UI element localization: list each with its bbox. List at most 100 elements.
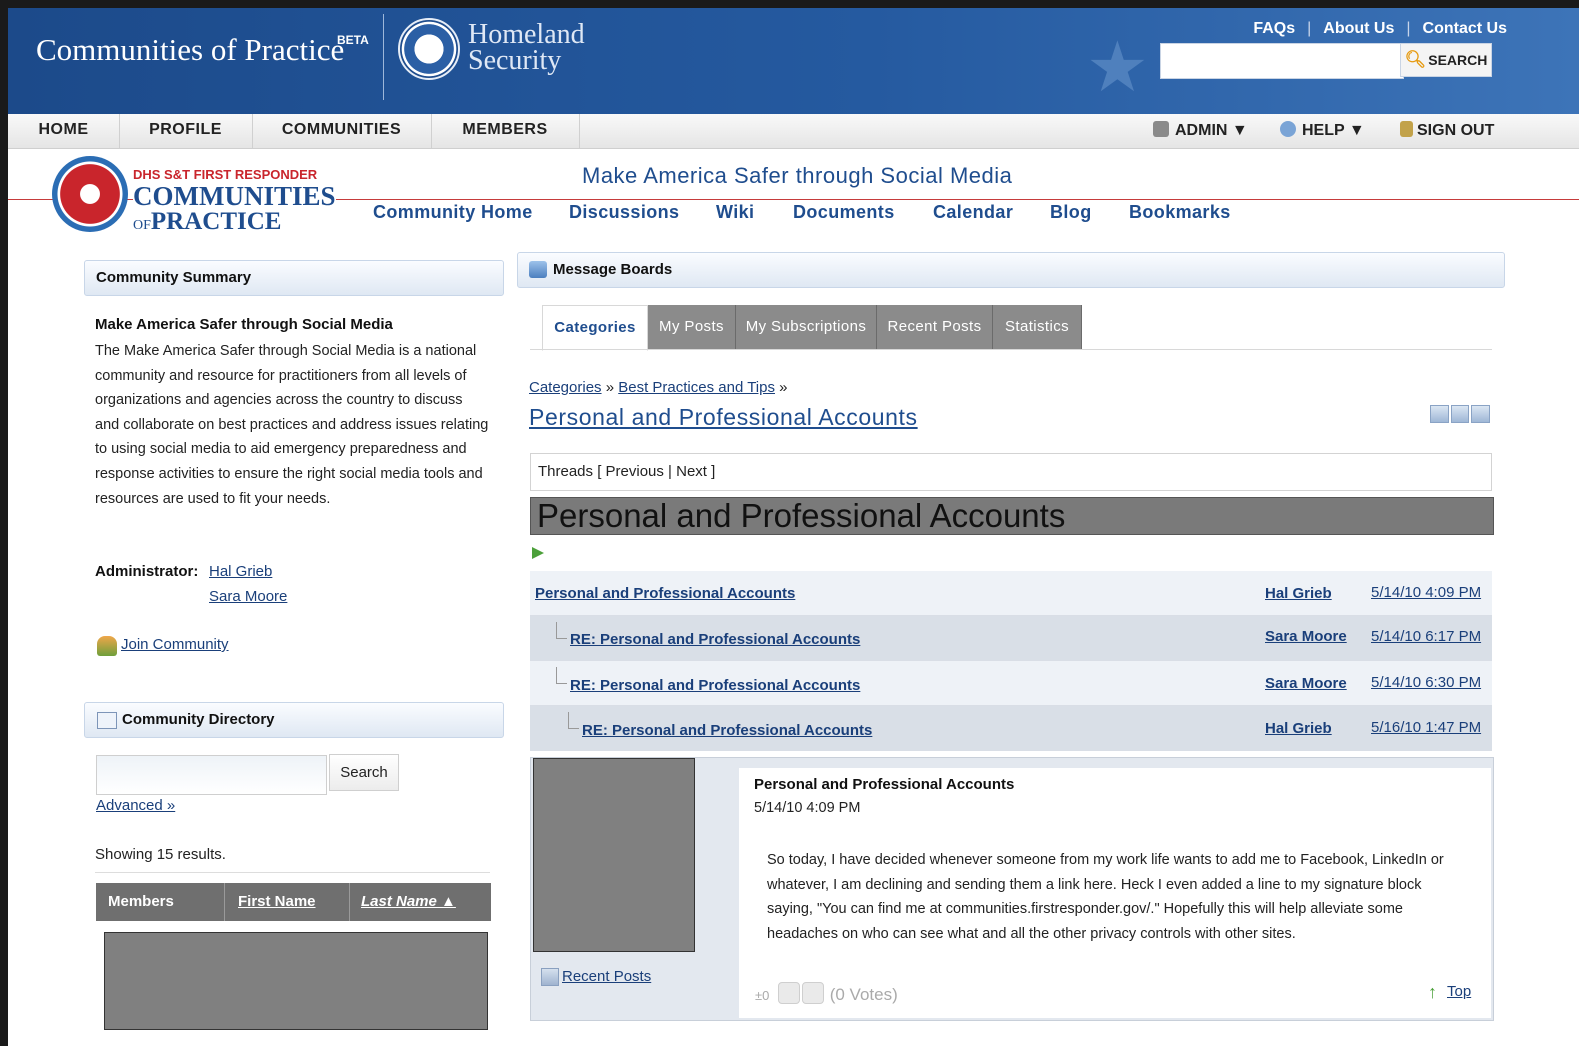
link-separator: | <box>1307 20 1312 37</box>
help-icon <box>1280 121 1296 137</box>
about-us-link[interactable]: About Us <box>1323 20 1394 37</box>
cop-logo-line2: COMMUNITIES <box>133 181 336 211</box>
thread-author-link[interactable]: Hal Grieb <box>1265 720 1332 737</box>
recent-posts-icon <box>541 968 559 986</box>
thread-author-link[interactable]: Sara Moore <box>1265 675 1347 692</box>
top-links: FAQs | About Us | Contact Us <box>1253 20 1507 38</box>
lock-icon <box>1400 121 1413 137</box>
column-last-name[interactable]: Last Name ▲ <box>361 883 456 921</box>
directory-icon <box>97 712 117 729</box>
contact-us-link[interactable]: Contact Us <box>1423 20 1507 37</box>
subnav-blog[interactable]: Blog <box>1050 202 1092 223</box>
thumbs-up-icon[interactable] <box>777 982 800 1004</box>
thread-navigation-text[interactable]: Threads [ Previous | Next ] <box>538 463 715 480</box>
subnav-community-home[interactable]: Community Home <box>373 202 533 223</box>
tree-view-icon[interactable] <box>1450 405 1470 423</box>
community-summary-heading: Community Summary <box>96 269 252 286</box>
back-to-top-link[interactable]: Top <box>1447 983 1471 1000</box>
search-icon: 🔍︎ <box>1404 50 1427 69</box>
thread-date-link[interactable]: 5/16/10 1:47 PM <box>1371 719 1481 736</box>
breadcrumb-best-practices[interactable]: Best Practices and Tips <box>618 379 775 396</box>
site-brand[interactable]: Communities of Practice <box>36 32 344 68</box>
message-boards-heading: Message Boards <box>553 261 673 278</box>
subnav-discussions[interactable]: Discussions <box>569 202 679 223</box>
help-menu-label: HELP ▼ <box>1302 122 1365 139</box>
arrow-right-icon <box>532 547 544 559</box>
community-directory-header: Community Directory <box>84 702 504 738</box>
directory-search-input[interactable] <box>96 755 327 795</box>
window-frame-top <box>0 0 1579 8</box>
admin-menu-label: ADMIN ▼ <box>1175 122 1248 139</box>
tab-categories[interactable]: Categories <box>542 305 648 351</box>
community-title: Make America Safer through Social Media <box>582 163 1013 188</box>
site-search-label: SEARCH <box>1428 52 1488 68</box>
site-search-button[interactable]: 🔍︎ SEARCH <box>1400 43 1492 77</box>
recent-posts-link[interactable]: Recent Posts <box>562 968 651 985</box>
tab-statistics[interactable]: Statistics <box>993 305 1082 349</box>
tab-my-posts[interactable]: My Posts <box>648 305 736 349</box>
subnav-documents[interactable]: Documents <box>793 202 895 223</box>
results-count: Showing 15 results. <box>95 846 226 863</box>
tab-my-subscriptions[interactable]: My Subscriptions <box>736 305 877 349</box>
nav-home[interactable]: HOME <box>8 114 120 148</box>
nav-profile[interactable]: PROFILE <box>119 114 253 148</box>
thread-date-link[interactable]: 5/14/10 6:30 PM <box>1371 674 1481 691</box>
admin-link-hal-grieb[interactable]: Hal Grieb <box>209 563 272 580</box>
flat-view-icon[interactable] <box>1430 405 1449 423</box>
thread-subject-link[interactable]: RE: Personal and Professional Accounts <box>582 722 872 739</box>
subnav-bookmarks[interactable]: Bookmarks <box>1129 202 1231 223</box>
message-boards-icon <box>529 261 547 278</box>
community-summary-header: Community Summary <box>84 260 504 296</box>
column-first-name[interactable]: First Name <box>238 883 316 921</box>
nav-communities[interactable]: COMMUNITIES <box>252 114 432 148</box>
dhs-wordmark: Homeland Security <box>468 21 585 75</box>
thread-row: RE: Personal and Professional Accounts S… <box>530 616 1492 661</box>
thread-author-link[interactable]: Hal Grieb <box>1265 585 1332 602</box>
faqs-link[interactable]: FAQs <box>1253 20 1295 37</box>
thread-date-link[interactable]: 5/14/10 6:17 PM <box>1371 628 1481 645</box>
thread-author-link[interactable]: Sara Moore <box>1265 628 1347 645</box>
thread-subject-link[interactable]: Personal and Professional Accounts <box>535 585 795 602</box>
tab-recent-posts[interactable]: Recent Posts <box>877 305 993 349</box>
join-community-icon <box>97 636 117 656</box>
combination-view-icon[interactable] <box>1471 405 1491 423</box>
breadcrumb-categories[interactable]: Categories <box>529 379 602 396</box>
admin-menu[interactable]: ADMIN ▼ <box>1153 114 1248 148</box>
nav-members[interactable]: MEMBERS <box>431 114 580 148</box>
thread-date-link[interactable]: 5/14/10 4:09 PM <box>1371 584 1481 601</box>
window-frame-left <box>0 0 8 1046</box>
subnav-wiki[interactable]: Wiki <box>716 202 754 223</box>
summary-description: The Make America Safer through Social Me… <box>95 343 489 507</box>
admin-link-sara-moore[interactable]: Sara Moore <box>209 588 287 605</box>
help-menu[interactable]: HELP ▼ <box>1280 114 1365 148</box>
column-separator <box>349 883 350 921</box>
avatar <box>533 758 695 952</box>
column-members: Members <box>108 893 174 910</box>
header-divider <box>383 14 384 100</box>
view-mode-icons <box>1430 405 1491 423</box>
administrator-label: Administrator: <box>95 563 199 580</box>
message-date: 5/14/10 4:09 PM <box>754 800 861 816</box>
sign-out-link[interactable]: SIGN OUT <box>1400 114 1494 148</box>
advanced-search-link[interactable]: Advanced » <box>96 797 175 814</box>
tree-connector <box>556 667 567 684</box>
site-search-input[interactable] <box>1160 43 1404 79</box>
summary-title: Make America Safer through Social Media <box>95 316 393 333</box>
thread-subject-link[interactable]: RE: Personal and Professional Accounts <box>570 677 860 694</box>
directory-search-button[interactable]: Search <box>329 754 399 791</box>
message-boards-header: Message Boards <box>517 252 1505 288</box>
arrow-up-icon: ↑ <box>1428 982 1437 1002</box>
tabs-underline <box>530 349 1492 350</box>
cop-logo-of: OF <box>133 218 151 233</box>
link-separator: | <box>1406 20 1411 37</box>
join-community-link[interactable]: Join Community <box>121 636 229 653</box>
thread-title: Personal and Professional Accounts <box>537 497 1066 534</box>
subnav-calendar[interactable]: Calendar <box>933 202 1013 223</box>
message-text: So today, I have decided whenever someon… <box>767 852 1444 942</box>
cop-logo-practice: PRACTICE <box>150 208 282 235</box>
thumbs-down-icon[interactable] <box>801 982 824 1004</box>
admin-user-icon <box>1153 121 1169 137</box>
breadcrumb: Categories » Best Practices and Tips » <box>529 379 788 396</box>
category-title[interactable]: Personal and Professional Accounts <box>529 404 918 431</box>
thread-subject-link[interactable]: RE: Personal and Professional Accounts <box>570 631 860 648</box>
